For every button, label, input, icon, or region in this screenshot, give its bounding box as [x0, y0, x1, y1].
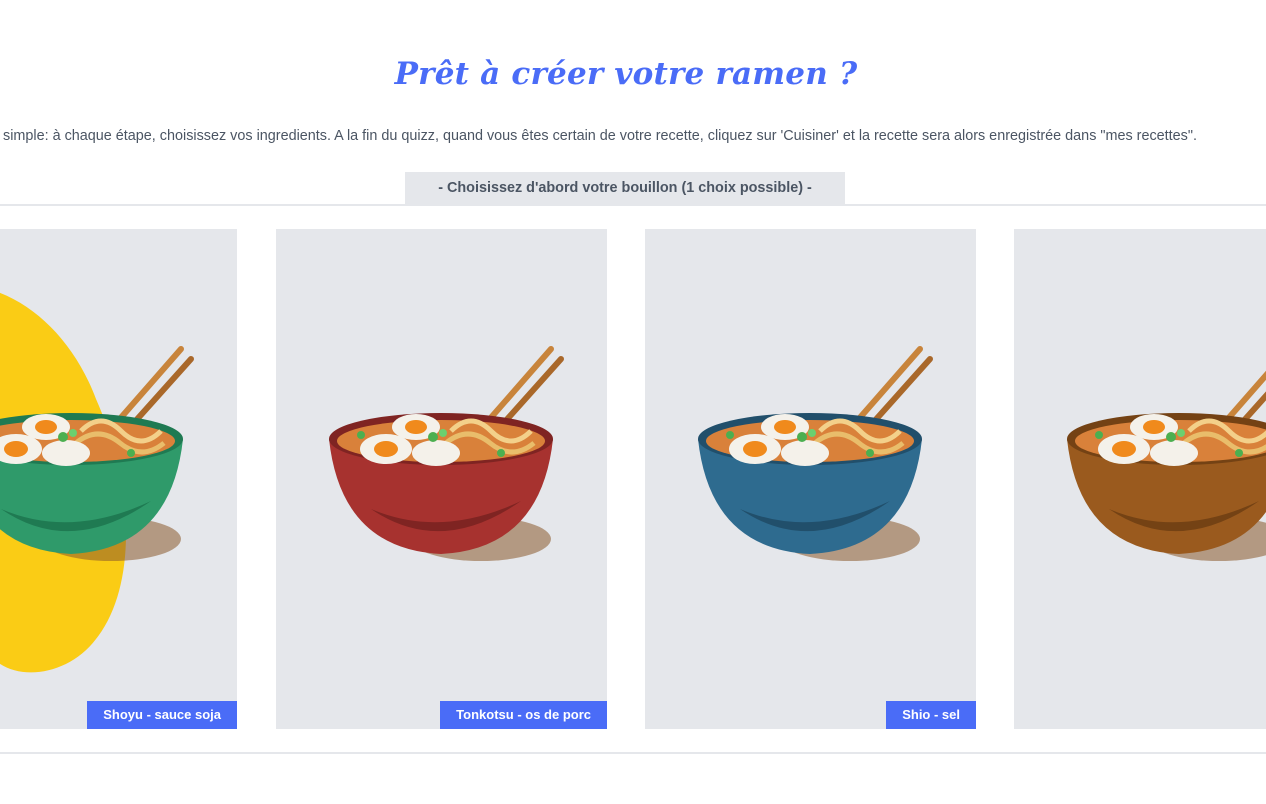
option-label: Shoyu - sauce soja [87, 701, 237, 729]
ramen-bowl-icon [329, 346, 564, 561]
divider-top [0, 204, 1266, 206]
ramen-bowl-icon [698, 346, 933, 561]
option-card-tonkotsu[interactable]: Tonkotsu - os de porc [276, 229, 607, 729]
divider-bottom [0, 752, 1266, 754]
option-card-shoyu[interactable]: Shoyu - sauce soja [0, 229, 237, 729]
option-label: Shio - sel [886, 701, 976, 729]
ramen-bowl-icon [1067, 370, 1266, 561]
option-card-shio[interactable]: Shio - sel [645, 229, 976, 729]
option-label: Tonkotsu - os de porc [440, 701, 607, 729]
step-label: - Choisissez d'abord votre bouillon (1 c… [405, 172, 845, 204]
page-title: Prêt à créer votre ramen ? [394, 56, 858, 92]
ramen-quiz-page: Prêt à créer votre ramen ? simple: à cha… [0, 0, 1266, 804]
option-card-4[interactable] [1014, 229, 1266, 729]
ramen-bowl-icon [0, 292, 194, 673]
intro-text: simple: à chaque étape, choisissez vos i… [3, 128, 1197, 144]
